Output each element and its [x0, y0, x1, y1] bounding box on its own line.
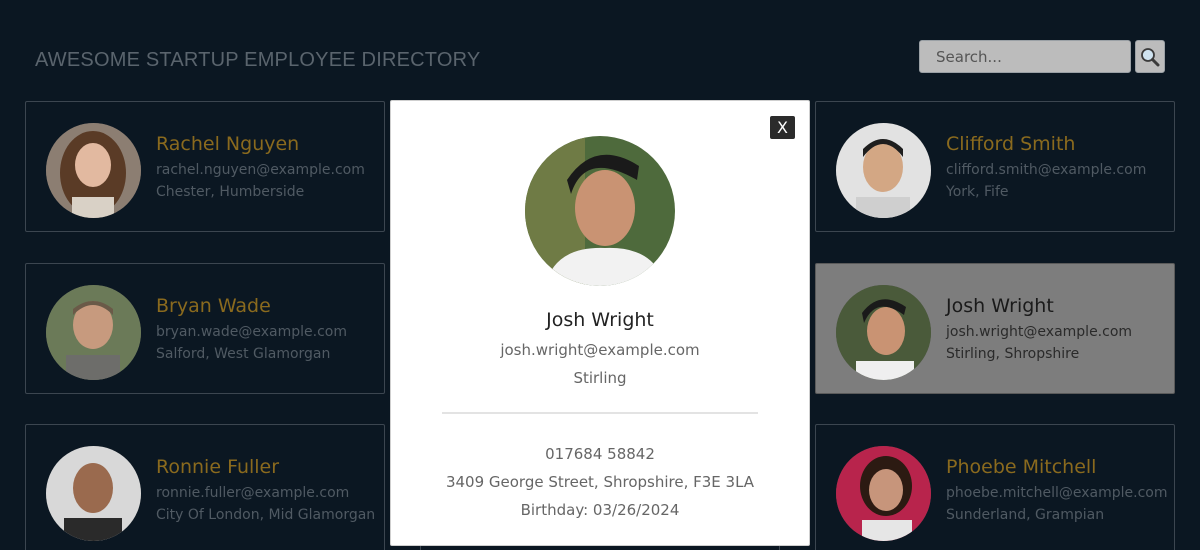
- employee-email: phoebe.mitchell@example.com: [946, 485, 1168, 501]
- employee-card[interactable]: Clifford Smith clifford.smith@example.co…: [815, 101, 1175, 232]
- employee-name: Clifford Smith: [946, 133, 1076, 155]
- avatar: [46, 123, 141, 218]
- employee-email: ronnie.fuller@example.com: [156, 485, 350, 501]
- employee-location: Sunderland, Grampian: [946, 507, 1105, 523]
- search-icon: [1141, 47, 1160, 66]
- modal-employee-name: Josh Wright: [546, 309, 654, 331]
- employee-name: Ronnie Fuller: [156, 456, 280, 478]
- modal-avatar: [525, 136, 675, 286]
- employee-card[interactable]: Josh Wright josh.wright@example.com Stir…: [815, 263, 1175, 394]
- employee-location: Stirling, Shropshire: [946, 346, 1080, 362]
- search-button[interactable]: [1135, 40, 1165, 73]
- close-button[interactable]: X: [770, 116, 795, 139]
- employee-email: rachel.nguyen@example.com: [156, 162, 365, 178]
- employee-card[interactable]: Rachel Nguyen rachel.nguyen@example.com …: [25, 101, 385, 232]
- employee-card[interactable]: Bryan Wade bryan.wade@example.com Salfor…: [25, 263, 385, 394]
- employee-location: York, Fife: [946, 184, 1009, 200]
- page-title: AWESOME STARTUP EMPLOYEE DIRECTORY: [35, 49, 481, 71]
- modal-employee-phone: 017684 58842: [545, 445, 655, 463]
- modal-employee-email: josh.wright@example.com: [500, 341, 700, 359]
- avatar: [46, 285, 141, 380]
- search-input[interactable]: [919, 40, 1131, 73]
- employee-email: bryan.wade@example.com: [156, 324, 347, 340]
- employee-name: Josh Wright: [946, 295, 1054, 317]
- employee-modal: X Josh Wright josh.wright@example.com St…: [390, 100, 810, 546]
- employee-name: Phoebe Mitchell: [946, 456, 1097, 478]
- modal-divider: [442, 412, 758, 414]
- avatar: [46, 446, 141, 541]
- employee-name: Bryan Wade: [156, 295, 271, 317]
- employee-card[interactable]: Phoebe Mitchell phoebe.mitchell@example.…: [815, 424, 1175, 550]
- employee-email: josh.wright@example.com: [946, 324, 1133, 340]
- avatar: [836, 123, 931, 218]
- employee-email: clifford.smith@example.com: [946, 162, 1147, 178]
- modal-employee-city: Stirling: [573, 369, 627, 387]
- avatar: [836, 285, 931, 380]
- modal-employee-birthday: Birthday: 03/26/2024: [520, 501, 680, 519]
- employee-card[interactable]: Ronnie Fuller ronnie.fuller@example.com …: [25, 424, 385, 550]
- modal-employee-address: 3409 George Street, Shropshire, F3E 3LA: [445, 473, 755, 491]
- employee-location: Chester, Humberside: [156, 184, 305, 200]
- avatar: [836, 446, 931, 541]
- employee-location: City Of London, Mid Glamorgan: [156, 507, 376, 523]
- employee-location: Salford, West Glamorgan: [156, 346, 331, 362]
- employee-name: Rachel Nguyen: [156, 133, 300, 155]
- employee-directory-page: AWESOME STARTUP EMPLOYEE DIRECTORY Rache…: [0, 0, 1200, 550]
